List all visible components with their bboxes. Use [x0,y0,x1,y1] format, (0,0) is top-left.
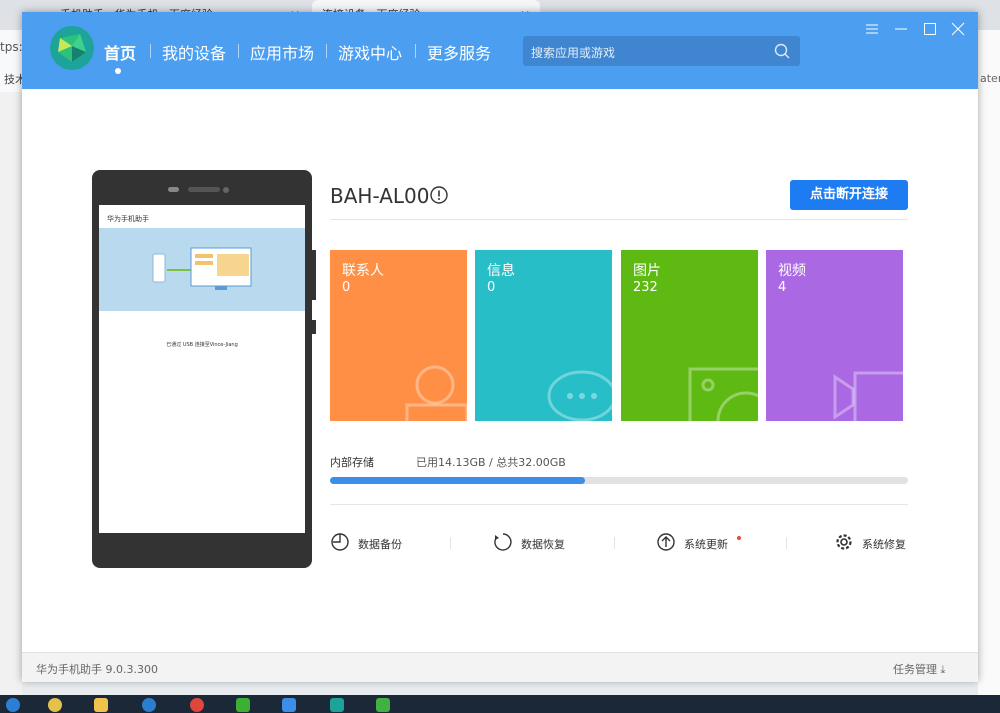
nav-divider [150,44,151,58]
nav-divider [238,44,239,58]
device-model: BAH-AL00 [330,184,430,208]
storage-label: 内部存储 [330,456,374,469]
app-icon[interactable] [48,698,62,712]
active-nav-indicator [115,68,121,74]
download-icon: ⤓ [940,663,946,676]
search-placeholder: 搜索应用或游戏 [531,46,616,60]
page-left-margin [0,92,22,695]
app-header: 首页 我的设备 应用市场 游戏中心 更多服务 搜索应用或游戏 [22,12,978,89]
tile-count: 0 [342,280,351,295]
divider [330,219,908,220]
nav-divider [326,44,327,58]
connection-illustration [99,228,305,311]
info-icon[interactable] [430,186,448,204]
page-text-fragment: ater [980,72,1000,85]
menu-icon[interactable] [865,22,879,36]
browser-icon[interactable] [142,698,156,712]
update-icon [657,533,675,551]
video-icon [833,371,903,421]
phone-app-title: 华为手机助手 [107,215,149,223]
nav-game-center[interactable]: 游戏中心 [338,40,402,64]
tile-label: 联系人 [342,263,384,279]
taskbar [0,695,1000,713]
tile-count: 232 [633,280,658,295]
storage-usage: 已用14.13GB / 总共32.00GB [416,456,566,469]
hisuite-icon[interactable] [330,698,344,712]
search-input[interactable]: 搜索应用或游戏 [523,36,800,66]
divider [330,504,908,505]
restore-icon [494,533,512,551]
action-divider [786,537,787,549]
nav-home[interactable]: 首页 [104,40,136,64]
tile-videos[interactable]: 视频 4 [766,250,903,421]
folder-icon[interactable] [94,698,108,712]
app-icon[interactable] [376,698,390,712]
phone-status-bar [99,205,305,212]
chrome-icon[interactable] [190,698,204,712]
message-icon [547,370,612,421]
action-label: 系统更新 [684,538,728,551]
action-divider [614,537,615,549]
status-footer: 华为手机助手 9.0.3.300 任务管理 ⤓ [22,652,978,682]
tile-count: 0 [487,280,496,295]
backup-icon [331,533,349,551]
disconnect-button[interactable]: 点击断开连接 [790,180,908,210]
phone-side-button [312,320,316,334]
action-label: 系统修复 [862,538,906,551]
gear-icon [836,534,852,550]
phone-camera [223,187,229,193]
wechat-icon[interactable] [236,698,250,712]
phone-sensor [168,187,179,192]
phone-speaker [188,187,220,192]
phone-screen: 华为手机助手 已通过 USB 连接至Vince-Jiang [99,205,305,533]
task-manager-label: 任务管理 [893,663,937,676]
action-label: 数据恢复 [521,538,565,551]
action-label: 数据备份 [358,538,402,551]
nav-more-services[interactable]: 更多服务 [427,40,491,64]
tile-label: 图片 [633,263,661,279]
maximize-icon[interactable] [923,22,937,36]
update-badge-dot [737,536,741,540]
search-icon[interactable] [774,43,790,59]
hisuite-window: 首页 我的设备 应用市场 游戏中心 更多服务 搜索应用或游戏 华为手机助手 已通… [22,12,978,682]
app-version: 华为手机助手 9.0.3.300 [36,663,158,676]
tile-count: 4 [778,280,787,295]
task-manager-button[interactable]: 任务管理 ⤓ [893,661,945,677]
contacts-icon [405,365,467,421]
connection-status-text: 已通过 USB 连接至Vince-Jiang [166,342,238,348]
close-icon[interactable] [951,22,965,36]
send-icon[interactable] [282,698,296,712]
nav-my-devices[interactable]: 我的设备 [162,40,226,64]
tile-photos[interactable]: 图片 232 [621,250,758,421]
hisuite-logo-icon [50,26,94,70]
nav-app-market[interactable]: 应用市场 [250,40,314,64]
nav-divider [415,44,416,58]
phone-mockup: 华为手机助手 已通过 USB 连接至Vince-Jiang [92,170,312,568]
tile-label: 信息 [487,263,515,279]
storage-bar-fill [330,477,586,484]
page-right-margin [978,30,1000,695]
start-icon[interactable] [6,698,20,712]
storage-bar [330,477,908,484]
minimize-icon[interactable] [894,22,908,36]
tile-messages[interactable]: 信息 0 [475,250,612,421]
phone-side-button [312,250,316,300]
action-divider [450,537,451,549]
usb-connection-icon [152,247,252,290]
tile-contacts[interactable]: 联系人 0 [330,250,467,421]
photo-icon [688,367,758,421]
tile-label: 视频 [778,263,806,279]
